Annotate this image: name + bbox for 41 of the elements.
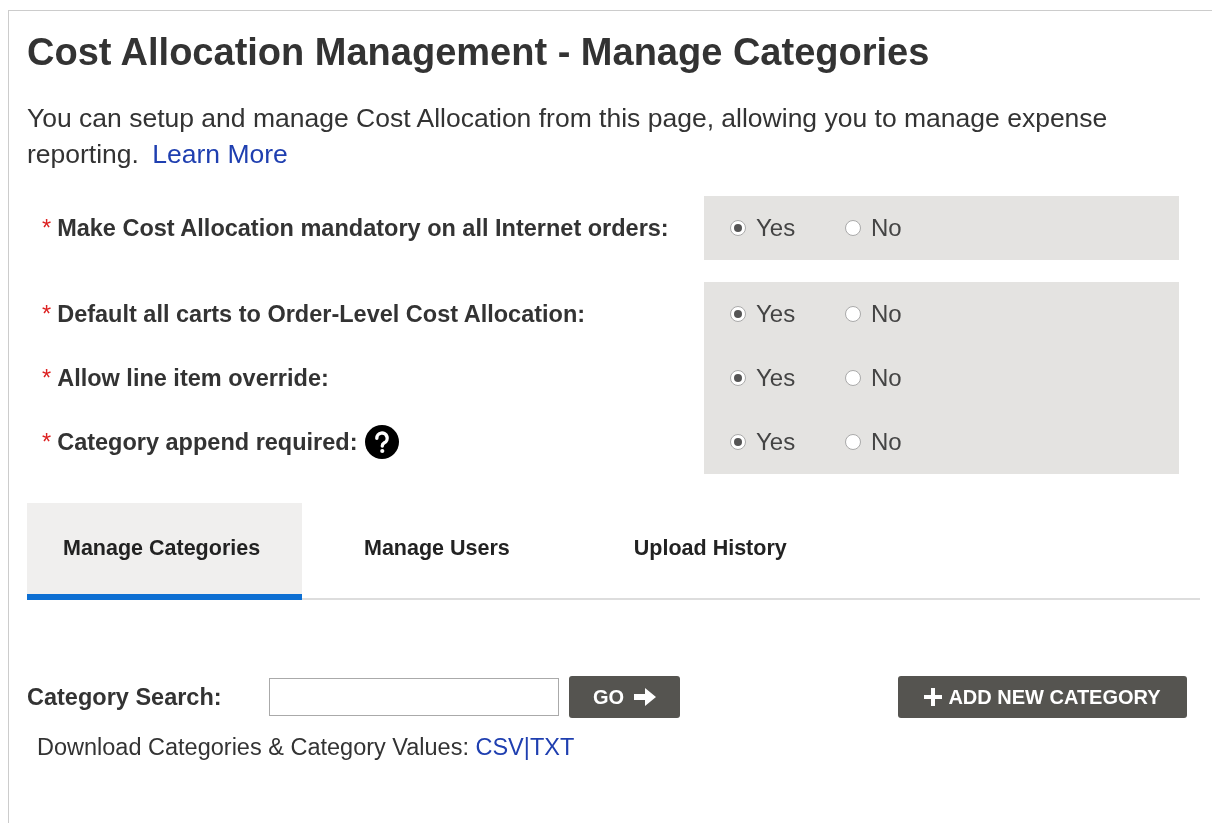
radio-option[interactable]: Yes [730,428,845,456]
radio-button[interactable] [845,306,861,322]
setting-label: Make Cost Allocation mandatory on all Internet orders: [57,214,669,242]
radio-button[interactable] [845,220,861,236]
learn-more-link[interactable]: Learn More [152,139,288,169]
page-description: You can setup and manage Cost Allocation from this page, allowing you to manage expense reporting. Learn More [27,102,1109,171]
download-link[interactable]: CSV [475,734,524,760]
radio-button[interactable] [730,434,746,450]
radio-option[interactable]: Yes [730,300,845,328]
setting-label: Allow line item override: [57,364,329,392]
required-asterisk: * [42,300,52,328]
required-asterisk: * [42,214,52,242]
radio-option[interactable]: Yes [730,214,845,242]
tab[interactable]: Upload History [571,503,849,600]
tab[interactable]: Manage Users [302,503,572,600]
search-label: Category Search: [27,683,223,711]
search-field[interactable] [269,678,559,716]
radio-button[interactable] [730,370,746,386]
go-button[interactable]: GO [569,676,680,718]
radio-button[interactable] [730,306,746,322]
radio-button[interactable] [845,370,861,386]
page-title: Cost Allocation Management - Manage Categories [27,31,931,74]
required-asterisk: * [42,364,52,392]
radio-option[interactable]: No [845,214,960,242]
help-icon[interactable] [365,425,400,459]
radio-button[interactable] [730,220,746,236]
download-label: Download Categories & Category Values: [37,734,470,760]
tab[interactable]: Manage Categories [27,503,302,600]
arrow-right-icon [634,688,657,706]
required-asterisk: * [42,428,52,456]
radio-option[interactable]: No [845,300,960,328]
radio-button[interactable] [845,434,861,450]
radio-option[interactable]: No [845,428,960,456]
radio-option[interactable]: No [845,364,960,392]
radio-option[interactable]: Yes [730,364,845,392]
link-separator: | [523,734,530,760]
setting-label: Category append required: [57,428,358,456]
setting-label: Default all carts to Order-Level Cost Allocation: [57,300,586,328]
plus-icon [924,688,943,706]
add-category-button[interactable]: ADD NEW CATEGORY [898,676,1187,718]
download-link[interactable]: TXT [529,734,575,760]
